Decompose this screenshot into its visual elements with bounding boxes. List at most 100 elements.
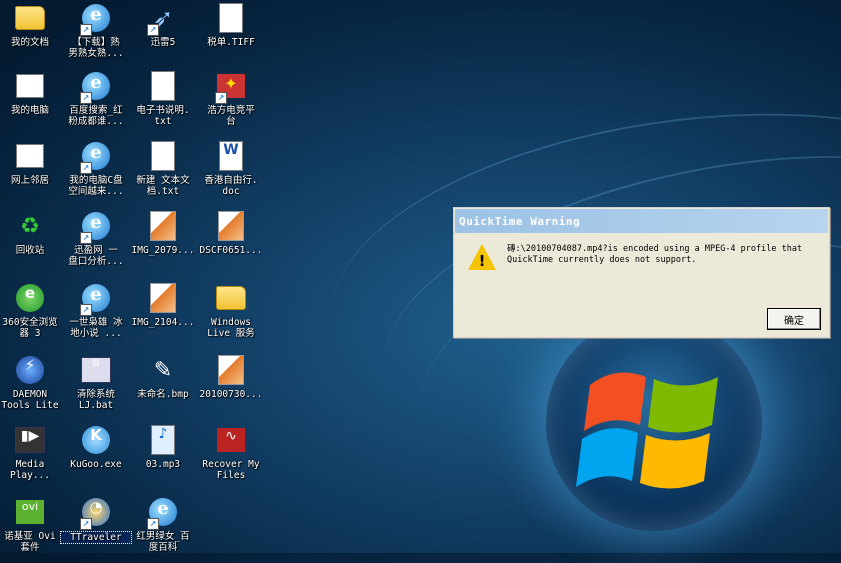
desktop-icon-recycle-bin[interactable]: ♻ 回收站 <box>0 210 66 257</box>
folder-icon <box>215 282 247 314</box>
desktop-icon-network[interactable]: 网上邻居 <box>0 140 66 186</box>
desktop-icon-20100730[interactable]: 20100730... <box>195 354 267 400</box>
ie-shortcut-icon: e ↗ <box>80 210 112 244</box>
desktop-icon-daemon-tools[interactable]: ⚡ DAEMON Tools Lite <box>0 354 66 411</box>
desktop-icon-windows-live[interactable]: Windows Live 服务 <box>195 282 267 339</box>
text-file-icon <box>147 70 179 102</box>
ok-button[interactable]: 确定 <box>767 308 821 330</box>
icon-label: 迅雷5 <box>150 37 176 48</box>
ttraveler-icon: ◔ ↗ <box>80 496 112 530</box>
icon-label: 我的文档 <box>10 37 49 48</box>
ie-shortcut-icon: e ↗ <box>147 496 179 530</box>
icon-label: 一世枭雄 冰 地小说 ... <box>69 317 123 339</box>
batch-file-icon: ⚙ <box>80 354 112 386</box>
icon-label: 诺基亚 Ovi 套件 <box>4 531 56 553</box>
ie-shortcut-icon: e ↗ <box>80 282 112 316</box>
dialog-title: QuickTime Warning <box>459 214 581 228</box>
desktop-icon-clean-bat[interactable]: ⚙ 清除系统 LJ.bat <box>60 354 132 411</box>
desktop-icon-tax-tiff[interactable]: 税单.TIFF <box>195 2 267 48</box>
icon-label: 清除系统 LJ.bat <box>76 389 115 411</box>
icon-label: 【下载】熟 男熟女熟... <box>68 37 124 59</box>
icon-label: 浩方电竞平 台 <box>207 105 255 127</box>
desktop-icon-kugoo[interactable]: K KuGoo.exe <box>60 424 132 470</box>
desktop-icon-baike[interactable]: e ↗ 红男绿女_百 度百科 <box>127 496 199 553</box>
desktop-icon-my-documents[interactable]: 我的文档 <box>0 2 66 48</box>
recycle-bin-icon: ♻ <box>20 213 40 239</box>
desktop-icon-baidu-search[interactable]: e ↗ 百度搜索_红 粉成都谁... <box>60 70 132 127</box>
icon-label: 未命名.bmp <box>137 389 189 400</box>
ie-shortcut-icon: e ↗ <box>80 140 112 174</box>
daemon-tools-icon: ⚡ <box>14 354 46 386</box>
icon-label: 20100730... <box>199 389 263 400</box>
browser-360-icon: e <box>14 282 46 314</box>
text-file-icon <box>147 140 179 172</box>
desktop-icon-thunder[interactable]: ➶ ↗ 迅雷5 <box>127 2 199 48</box>
desktop-icon-c-drive-space[interactable]: e ↗ 我的电脑C盘 空间越来... <box>60 140 132 197</box>
icon-label: Windows Live 服务 <box>207 317 255 339</box>
computer-icon <box>14 70 46 102</box>
icon-label: KuGoo.exe <box>70 459 122 470</box>
desktop-icon-untitled-bmp[interactable]: ✎ 未命名.bmp <box>127 354 199 401</box>
image-file-icon <box>147 210 179 242</box>
windows-logo-orb <box>546 315 762 531</box>
desktop-icon-my-computer[interactable]: 我的电脑 <box>0 70 66 116</box>
icon-label: 03.mp3 <box>145 459 181 470</box>
desktop-icon-img-2104[interactable]: IMG_2104... <box>127 282 199 328</box>
icon-label: IMG_2079... <box>131 245 195 256</box>
desktop-icon-360-browser[interactable]: e 360安全浏览 器 3 <box>0 282 66 339</box>
mp3-file-icon: ♪ <box>147 424 179 456</box>
desktop-icon-hk-doc[interactable]: W 香港自由行. doc <box>195 140 267 197</box>
icon-label: 百度搜索_红 粉成都谁... <box>68 105 124 127</box>
image-file-icon <box>147 282 179 314</box>
desktop-icon-ovi-suite[interactable]: ovi 诺基亚 Ovi 套件 <box>0 496 66 553</box>
desktop-icon-ttraveler[interactable]: ◔ ↗ TTraveler <box>60 496 132 544</box>
desktop-icon-novel[interactable]: e ↗ 一世枭雄 冰 地小说 ... <box>60 282 132 339</box>
windows-flag-icon <box>576 372 718 489</box>
image-file-icon <box>215 210 247 242</box>
media-player-icon: ▮▶ <box>14 424 46 456</box>
desktop-icon-ebook-readme[interactable]: 电子书说明. txt <box>127 70 199 127</box>
dialog-titlebar[interactable]: QuickTime Warning <box>455 209 828 233</box>
desktop-icon-img-2079[interactable]: IMG_2079... <box>127 210 199 256</box>
dialog-message: 磚:\20100704087.mp4?is encoded using a MP… <box>507 244 803 265</box>
icon-label: TTraveler <box>60 531 132 544</box>
desktop-icon-new-text-doc[interactable]: 新建 文本文 档.txt <box>127 140 199 197</box>
desktop-icon-download-link[interactable]: e ↗ 【下载】熟 男熟女熟... <box>60 2 132 59</box>
network-icon <box>14 140 46 172</box>
desktop-icon-recover-my-files[interactable]: ∿ Recover My Files <box>195 424 267 481</box>
icon-label: 我的电脑C盘 空间越来... <box>68 175 124 197</box>
icon-label: 新建 文本文 档.txt <box>136 175 190 197</box>
icon-label: 税单.TIFF <box>207 37 255 48</box>
icon-label: 香港自由行. doc <box>204 175 258 197</box>
icon-label: 我的电脑 <box>10 105 49 116</box>
icon-label: IMG_2104... <box>131 317 195 328</box>
desktop-icon-haofang[interactable]: ✦ ↗ 浩方电竞平 台 <box>195 70 267 127</box>
icon-label: Media Play... <box>9 459 51 481</box>
desktop-icon-dscf0651[interactable]: DSCF0651... <box>195 210 267 256</box>
icon-label: 回收站 <box>15 245 45 256</box>
image-file-icon <box>215 2 247 34</box>
folder-icon <box>14 2 46 34</box>
ie-shortcut-icon: e ↗ <box>80 70 112 104</box>
desktop-icon-media-player[interactable]: ▮▶ Media Play... <box>0 424 66 481</box>
icon-label: DSCF0651... <box>199 245 263 256</box>
kugoo-icon: K <box>80 424 112 456</box>
icon-label: 红男绿女_百 度百科 <box>136 531 190 553</box>
image-file-icon <box>215 354 247 386</box>
desktop-icon-xunying[interactable]: e ↗ 迅盈网 一 盘口分析... <box>60 210 132 267</box>
icon-label: Recover My Files <box>202 459 260 481</box>
thunder-icon: ➶ ↗ <box>147 2 179 36</box>
ie-shortcut-icon: e ↗ <box>80 2 112 36</box>
icon-label: DAEMON Tools Lite <box>1 389 59 411</box>
recover-files-icon: ∿ <box>215 424 247 456</box>
quicktime-warning-dialog: QuickTime Warning ! 磚:\20100704087.mp4?i… <box>453 207 830 338</box>
icon-label: 电子书说明. txt <box>136 105 190 127</box>
word-doc-icon: W <box>215 140 247 172</box>
icon-label: 360安全浏览 器 3 <box>2 317 58 339</box>
bitmap-file-icon: ✎ <box>153 357 173 383</box>
desktop-icon-mp3[interactable]: ♪ 03.mp3 <box>127 424 199 470</box>
icon-label: 网上邻居 <box>10 175 49 186</box>
icon-label: 迅盈网 一 盘口分析... <box>68 245 124 267</box>
game-platform-icon: ✦ ↗ <box>215 70 247 104</box>
ovi-icon: ovi <box>14 496 46 528</box>
